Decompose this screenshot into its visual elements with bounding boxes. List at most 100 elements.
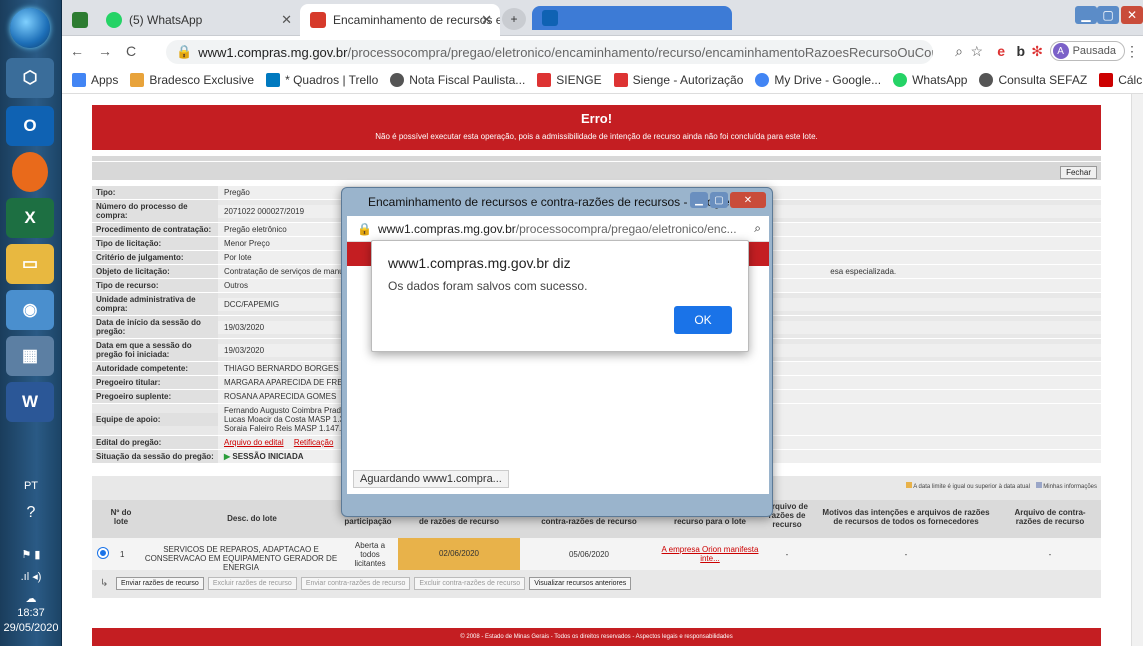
clock-time[interactable]: 18:37	[0, 607, 62, 619]
avatar: A	[1052, 43, 1069, 59]
extension-icon[interactable]: e	[997, 43, 1005, 59]
calculator-icon[interactable]: ▦	[6, 336, 54, 376]
popup-status: Aguardando www1.compra...	[353, 470, 509, 488]
close-window-button[interactable]: ✕	[1121, 6, 1143, 24]
close-icon[interactable]: ✕	[281, 12, 292, 28]
bookmark-sienge[interactable]: SIENGE	[537, 72, 602, 87]
minimize-button[interactable]: ▁	[1075, 6, 1097, 24]
help-icon[interactable]: ?	[0, 504, 62, 522]
row-radio[interactable]	[98, 548, 108, 558]
forward-icon[interactable]: →	[98, 43, 112, 59]
close-bar: Fechar	[92, 162, 1101, 180]
menu-icon[interactable]: ⋮	[1125, 43, 1139, 60]
bookmark-drive[interactable]: My Drive - Google...	[755, 72, 881, 87]
bookmark-calculo[interactable]: Cálculo Exato - Atu...	[1099, 72, 1143, 87]
globe-icon	[390, 72, 405, 87]
retificacao-link[interactable]: Retificação	[294, 438, 334, 447]
page-footer: © 2008 - Estado de Minas Gerais - Todos …	[92, 628, 1101, 646]
cloud-icon[interactable]: ☁	[0, 592, 62, 605]
sienge-icon	[613, 72, 628, 87]
lock-icon: 🔒	[357, 221, 372, 236]
table-row[interactable]: 1 SERVICOS DE REPAROS, ADAPTACAO E CONSE…	[92, 538, 1101, 572]
action-buttons: ↳ Enviar razões de recurso Excluir razõe…	[92, 572, 1101, 594]
bookmark-trello[interactable]: * Quadros | Trello	[266, 72, 378, 87]
reload-icon[interactable]: C	[126, 43, 136, 59]
edital-link[interactable]: Arquivo do edital	[224, 438, 284, 447]
file-explorer-icon[interactable]: ▭	[6, 244, 54, 284]
start-button[interactable]	[10, 8, 50, 48]
popup-minimize-button[interactable]: ▁	[690, 192, 708, 208]
language-indicator[interactable]: PT	[0, 480, 62, 492]
bookmark-nfp[interactable]: Nota Fiscal Paulista...	[390, 72, 525, 87]
legend-swatch-yellow	[905, 482, 912, 488]
google-icon	[755, 72, 770, 87]
back-icon[interactable]: ←	[70, 43, 84, 59]
sheets-tab-icon	[72, 12, 88, 28]
visualizar-recursos-button[interactable]: Visualizar recursos anteriores	[529, 576, 632, 590]
tab-label: Encaminhamento de recursos e c	[333, 13, 500, 27]
enviar-razoes-button[interactable]: Enviar razões de recurso	[116, 576, 204, 590]
whatsapp-icon	[893, 72, 908, 87]
divider	[92, 156, 1101, 161]
excluir-contra-razoes-button[interactable]: Excluir contra-razões de recurso	[414, 576, 526, 590]
network-volume-icon[interactable]: .ıl ◂)	[0, 570, 62, 583]
bookmark-apps[interactable]: Apps	[72, 72, 118, 87]
enviar-contra-razoes-button[interactable]: Enviar contra-razões de recurso	[300, 576, 411, 590]
bookmark-sienge-aut[interactable]: Sienge - Autorização	[613, 72, 743, 87]
whatsapp-tab-icon	[106, 12, 122, 28]
excel-icon[interactable]: X	[6, 198, 54, 238]
sienge-icon	[537, 72, 552, 87]
pinned-tab[interactable]	[68, 4, 92, 36]
search-icon[interactable]: ⌕	[754, 221, 761, 236]
extension-b-icon[interactable]: b	[1016, 43, 1025, 59]
globe-icon	[979, 72, 994, 87]
chrome-taskbar-icon[interactable]: ◉	[6, 290, 54, 330]
maximize-button[interactable]: ▢	[1097, 6, 1119, 24]
bradesco-icon	[130, 72, 145, 87]
close-button[interactable]: Fechar	[1060, 166, 1097, 179]
bookmark-whatsapp[interactable]: WhatsApp	[893, 72, 967, 87]
tray-icons[interactable]: ⚑ ▮	[0, 548, 62, 561]
lock-icon: 🔒	[176, 44, 193, 59]
scrollbar[interactable]	[1131, 94, 1143, 646]
tab-strip: (5) WhatsApp ✕ Encaminhamento de recurso…	[62, 0, 1143, 36]
legend-swatch-blue	[1035, 482, 1042, 488]
address-bar[interactable]: 🔒 www1.compras.mg.gov.br /processocompra…	[166, 40, 933, 64]
outlook-icon[interactable]: O	[6, 106, 54, 146]
calculo-icon	[1099, 72, 1114, 87]
legend: A data limite é igual ou superior à data…	[905, 482, 1097, 490]
outlook-tab-icon	[542, 10, 558, 26]
bookmark-bradesco[interactable]: Bradesco Exclusive	[130, 72, 254, 87]
star-icon[interactable]: ☆	[970, 43, 983, 60]
url-domain: www1.compras.mg.gov.br	[198, 44, 348, 60]
alert-heading: www1.compras.mg.gov.br diz	[388, 255, 571, 271]
arrow-icon: ↳	[100, 577, 109, 589]
toolbar: ← → C 🔒 www1.compras.mg.gov.br /processo…	[62, 36, 1143, 66]
alert-dialog: www1.compras.mg.gov.br diz Os dados fora…	[371, 240, 749, 352]
tab-encaminhamento[interactable]: Encaminhamento de recursos e c ✕	[300, 4, 500, 36]
extension-sparkle-icon[interactable]: ✻	[1031, 43, 1043, 60]
bookmark-sefaz[interactable]: Consulta SEFAZ	[979, 72, 1087, 87]
bookmarks-bar: Apps Bradesco Exclusive * Quadros | Trel…	[62, 66, 1143, 94]
vpn-app-icon[interactable]: ⬡	[6, 58, 54, 98]
new-tab-button[interactable]: +	[502, 8, 526, 30]
tab-whatsapp[interactable]: (5) WhatsApp ✕	[96, 4, 300, 36]
zoom-icon[interactable]: ⌕	[955, 43, 963, 60]
error-banner: Erro! Não é possível executar esta opera…	[92, 105, 1101, 150]
tab-outlook[interactable]	[532, 6, 732, 30]
popup-maximize-button[interactable]: ▢	[710, 192, 728, 208]
clock-date[interactable]: 29/05/2020	[0, 622, 62, 634]
profile-button[interactable]: A Pausada	[1049, 41, 1125, 61]
popup-close-button[interactable]: ✕	[730, 192, 766, 208]
trello-icon	[266, 72, 281, 87]
word-icon[interactable]: W	[6, 382, 54, 422]
firefox-icon[interactable]	[12, 152, 48, 192]
ok-button[interactable]: OK	[674, 306, 732, 334]
error-title: Erro!	[580, 111, 613, 126]
deadline-cell: 02/06/2020	[398, 538, 520, 570]
popup-address-bar[interactable]: 🔒 www1.compras.mg.gov.br /processocompra…	[347, 216, 769, 242]
motivo-link[interactable]: A empresa Orion manifesta inte...	[660, 545, 760, 563]
excluir-razoes-button[interactable]: Excluir razões de recurso	[207, 576, 297, 590]
close-icon[interactable]: ✕	[481, 12, 492, 28]
play-icon: ▶	[224, 452, 231, 461]
